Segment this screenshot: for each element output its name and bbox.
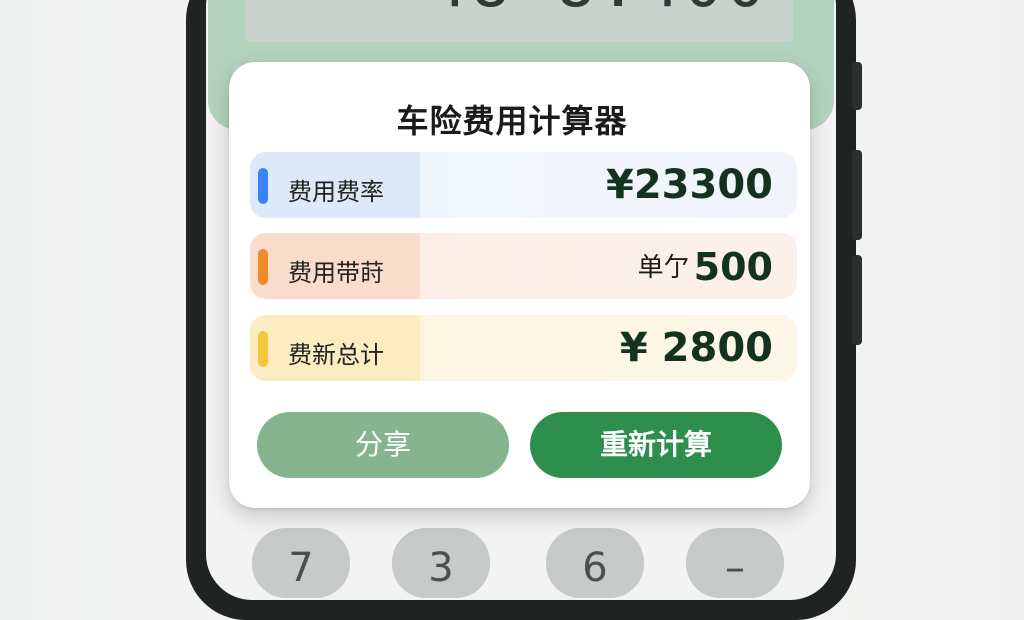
result-row: 费用带莳 单亇 500 <box>250 233 797 299</box>
key-minus[interactable]: – <box>686 528 784 598</box>
share-button[interactable]: 分享 <box>257 412 509 478</box>
calculator-display-value: 48 8.400 <box>429 0 769 22</box>
calculator-display: 48 8.400 <box>245 0 793 42</box>
accent-bar <box>258 168 268 204</box>
side-button-volume-up <box>852 150 862 240</box>
recalculate-button[interactable]: 重新计算 <box>530 412 782 478</box>
row-label: 费新总计 <box>288 341 384 369</box>
row-label: 费用带莳 <box>288 259 384 287</box>
row-value-prefix: 单亇 <box>637 253 690 283</box>
key-7[interactable]: 7 <box>252 528 350 598</box>
card-title: 车险费用计算器 <box>396 102 628 140</box>
result-row: 费新总计 ¥ 2800 <box>250 315 797 381</box>
row-value: ¥ 2800 <box>619 325 773 371</box>
key-3[interactable]: 3 <box>392 528 490 598</box>
row-value: ¥23300 <box>606 162 773 208</box>
row-value-number: 500 <box>693 245 773 289</box>
result-row: 费用费率 ¥23300 <box>250 152 797 218</box>
row-label: 费用费率 <box>288 178 384 206</box>
row-value: 单亇 500 <box>638 245 773 289</box>
accent-bar <box>258 249 268 285</box>
accent-bar <box>258 331 268 367</box>
side-button-volume-down <box>852 255 862 345</box>
key-6[interactable]: 6 <box>546 528 644 598</box>
